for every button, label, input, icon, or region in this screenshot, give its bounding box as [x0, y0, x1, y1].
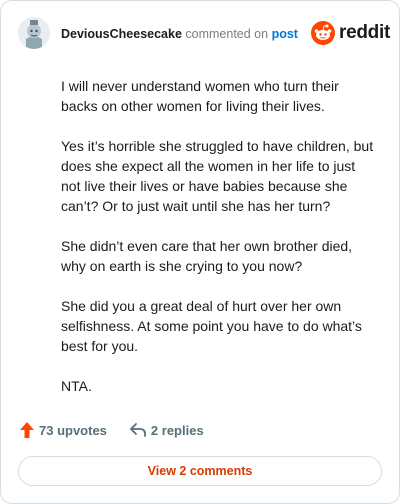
upvote-button[interactable]: 73 upvotes	[19, 421, 107, 439]
reddit-logo[interactable]: reddit	[311, 21, 390, 45]
comment-action-text: commented on	[185, 27, 269, 41]
avatar-icon	[18, 17, 50, 49]
reddit-wordmark: reddit	[339, 22, 390, 43]
upvote-arrow-icon	[20, 422, 34, 438]
comment-paragraph: She didn’t even care that her own brothe…	[61, 238, 353, 274]
comment-paragraph: Yes it’s horrible she struggled to have …	[61, 138, 374, 214]
reply-arrow-icon	[130, 423, 146, 437]
reddit-snoo-icon	[311, 21, 335, 45]
comment-header: DeviousCheesecake commented on post	[61, 26, 298, 42]
comment-paragraph: I will never understand women who turn t…	[61, 78, 339, 114]
reply-count: 2 replies	[150, 422, 204, 438]
username-link[interactable]: DeviousCheesecake	[61, 27, 182, 41]
upvote-count: 73 upvotes	[39, 422, 107, 438]
post-link[interactable]: post	[272, 27, 298, 41]
view-comments-button[interactable]: View 2 comments	[18, 456, 382, 486]
avatar[interactable]	[18, 17, 50, 49]
comment-card: DeviousCheesecake commented on post redd…	[0, 0, 400, 504]
comment-actions: 73 upvotes 2 replies	[19, 421, 204, 439]
comment-paragraph: NTA.	[61, 378, 92, 394]
comment-paragraph: She did you a great deal of hurt over he…	[61, 298, 362, 354]
comment-body: I will never understand women who turn t…	[61, 76, 376, 416]
replies-button[interactable]: 2 replies	[129, 422, 204, 438]
